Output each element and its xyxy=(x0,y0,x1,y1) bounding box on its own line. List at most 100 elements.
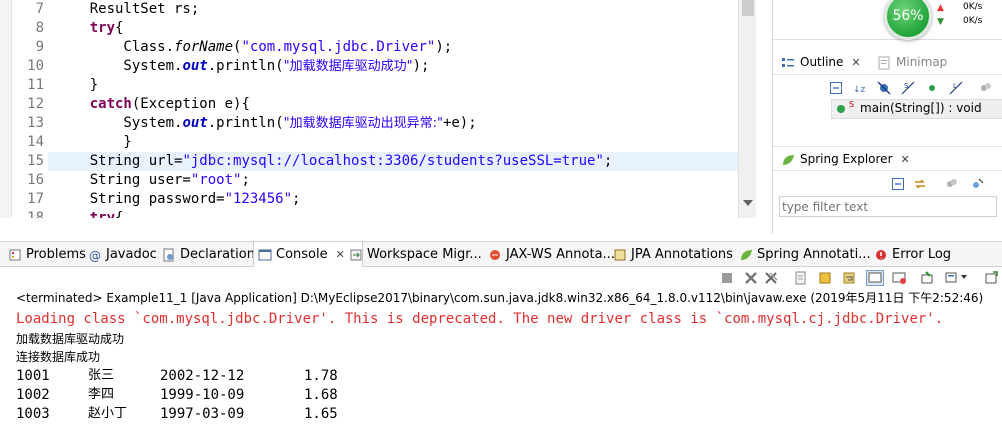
tab-label: Javadoc xyxy=(106,247,157,262)
tab-minimap-label: Minimap xyxy=(896,55,948,69)
terminate-icon[interactable] xyxy=(721,272,733,284)
editor-annotation-ruler xyxy=(0,0,12,218)
output-cell: 2002-12-12 xyxy=(160,368,245,384)
remove-all-terminated-icon[interactable] xyxy=(764,271,778,285)
download-rate: 0K/s xyxy=(963,16,983,26)
show-console-on-error-icon[interactable] xyxy=(890,270,908,286)
tab-spring-explorer[interactable]: Spring Explorer ✕ xyxy=(773,147,910,172)
output-row: 1002 李四 1999-10-09 1.68 xyxy=(16,386,416,404)
spring-filter-input[interactable] xyxy=(779,196,997,217)
code-line[interactable]: ResultSet rs; xyxy=(56,0,738,19)
outline-view-menu-icon[interactable] xyxy=(979,81,993,95)
code-line[interactable]: String user="root"; xyxy=(56,171,738,190)
tab-label: Spring Annotati... xyxy=(757,247,871,262)
tab-spring-annotati[interactable]: Spring Annotati... xyxy=(735,242,871,267)
scroll-lock-icon[interactable] xyxy=(818,271,832,285)
close-spring-explorer-icon[interactable]: ✕ xyxy=(901,147,910,172)
output-cell: 1.65 xyxy=(304,406,338,422)
output-row: 1003 赵小丁 1997-03-09 1.65 xyxy=(16,405,416,423)
tab-error-log[interactable]: Error Log xyxy=(870,242,990,267)
output-cell: 1999-10-09 xyxy=(160,387,245,403)
filter-icon[interactable] xyxy=(971,177,985,191)
code-token: System. xyxy=(56,58,183,74)
tab-workspace-migr[interactable]: Workspace Migr... xyxy=(345,242,482,267)
error-output-line: Loading class `com.mysql.jdbc.Driver'. T… xyxy=(16,311,944,327)
pin-console-icon[interactable] xyxy=(920,271,934,285)
outline-icon xyxy=(782,58,794,67)
collapse-all-icon[interactable] xyxy=(829,81,843,95)
spring-annotations-icon xyxy=(741,250,752,260)
collapse-all-icon[interactable] xyxy=(891,177,905,191)
line-number: 7 xyxy=(35,1,44,17)
open-console-icon[interactable] xyxy=(984,271,998,285)
line-number: 17 xyxy=(27,191,44,207)
code-area[interactable]: ResultSet rs; try{ Class.forName("com.my… xyxy=(56,0,738,218)
console-output[interactable]: <terminated> Example11_1 [Java Applicati… xyxy=(0,289,1002,425)
code-token: { xyxy=(115,20,124,36)
terminated-status-line: <terminated> Example11_1 [Java Applicati… xyxy=(16,291,984,305)
sort-icon[interactable]: ↓z xyxy=(853,81,867,95)
code-token: } xyxy=(56,77,99,93)
code-line[interactable]: try{ xyxy=(56,209,738,218)
scrollbar-thumb[interactable] xyxy=(742,0,754,16)
close-console-icon[interactable]: ✕ xyxy=(336,242,345,267)
code-token: out xyxy=(182,58,208,74)
jpa-icon xyxy=(614,249,626,261)
link-with-editor-icon[interactable] xyxy=(913,177,927,191)
tab-problems[interactable]: Problems xyxy=(4,242,94,267)
svg-text:@: @ xyxy=(89,249,101,262)
code-line[interactable]: } xyxy=(56,133,738,152)
tab-outline[interactable]: Outline ✕ xyxy=(773,50,861,75)
right-side-views: 56% ▲ ▼ 0K/s 0K/s Outline ✕ Minimap ↓z S … xyxy=(772,0,1002,234)
hide-local-types-icon[interactable]: L xyxy=(949,81,963,95)
jaxws-icon xyxy=(490,250,500,260)
tab-label: JPA Annotations xyxy=(631,247,733,262)
code-token: ); xyxy=(412,58,430,74)
code-line[interactable]: Class.forName("com.mysql.jdbc.Driver"); xyxy=(56,38,738,57)
outline-item-main[interactable]: S main(String[]) : void xyxy=(831,99,1002,119)
tab-declaration[interactable]: Declaration xyxy=(158,242,255,267)
tab-minimap[interactable]: Minimap xyxy=(869,50,947,75)
close-outline-icon[interactable]: ✕ xyxy=(851,50,860,75)
code-line[interactable]: } xyxy=(56,76,738,95)
code-token: Class. xyxy=(56,39,175,55)
line-number: 15 xyxy=(27,153,44,169)
outline-view-header: Outline ✕ Minimap xyxy=(773,50,1002,75)
editor-vertical-scrollbar[interactable] xyxy=(738,0,756,218)
tab-javadoc[interactable]: @ Javadoc xyxy=(84,242,157,267)
tab-jpa-annotations[interactable]: JPA Annotations xyxy=(609,242,733,267)
tab-label: Workspace Migr... xyxy=(367,247,482,262)
line-number-ruler: 7 8 9 10 11 12 13 14 15 16 17 18 xyxy=(14,0,48,218)
code-token: catch xyxy=(89,96,132,112)
spring-view-menu-icon[interactable] xyxy=(945,177,959,191)
dropdown-chevron-icon[interactable] xyxy=(960,273,968,281)
output-cell: 1001 xyxy=(16,368,50,384)
tab-jax-ws-annota[interactable]: JAX-WS Annota... xyxy=(484,242,615,267)
word-wrap-icon[interactable] xyxy=(842,271,856,285)
hide-static-icon[interactable]: S xyxy=(901,81,915,95)
show-console-on-output-icon[interactable] xyxy=(866,270,884,286)
hide-nonpublic-icon[interactable] xyxy=(925,81,939,95)
code-line[interactable]: String password="123456"; xyxy=(56,190,738,209)
spring-explorer-header: Spring Explorer ✕ xyxy=(773,146,1002,171)
display-selected-console-icon[interactable] xyxy=(944,271,958,285)
line-number: 16 xyxy=(27,172,44,188)
code-line[interactable]: System.out.println("加载数据库驱动成功"); xyxy=(56,57,738,76)
remove-launch-icon[interactable] xyxy=(744,271,758,285)
hide-fields-icon[interactable] xyxy=(877,81,891,95)
output-cell: 张三 xyxy=(88,368,115,383)
code-line[interactable]: try{ xyxy=(56,19,738,38)
tab-label: JAX-WS Annota... xyxy=(506,247,615,262)
scroll-down-arrow-icon[interactable] xyxy=(743,200,753,206)
code-token: ; xyxy=(292,191,301,207)
clear-console-icon[interactable] xyxy=(794,271,808,285)
code-token: "123456" xyxy=(224,191,293,207)
workspace-migration-icon xyxy=(350,249,362,261)
output-line-driver-loaded: 加载数据库驱动成功 xyxy=(16,332,125,346)
code-line[interactable]: System.out.println("加载数据库驱动出现异常:"+e); xyxy=(56,114,738,133)
code-token: String url= xyxy=(56,153,183,169)
code-editor[interactable]: 7 8 9 10 11 12 13 14 15 16 17 18 ResultSet rs; try{… xyxy=(0,0,756,218)
code-line[interactable]: catch(Exception e){ xyxy=(56,95,738,114)
code-line-current[interactable]: String url="jdbc:mysql://localhost:3306/… xyxy=(56,152,738,171)
